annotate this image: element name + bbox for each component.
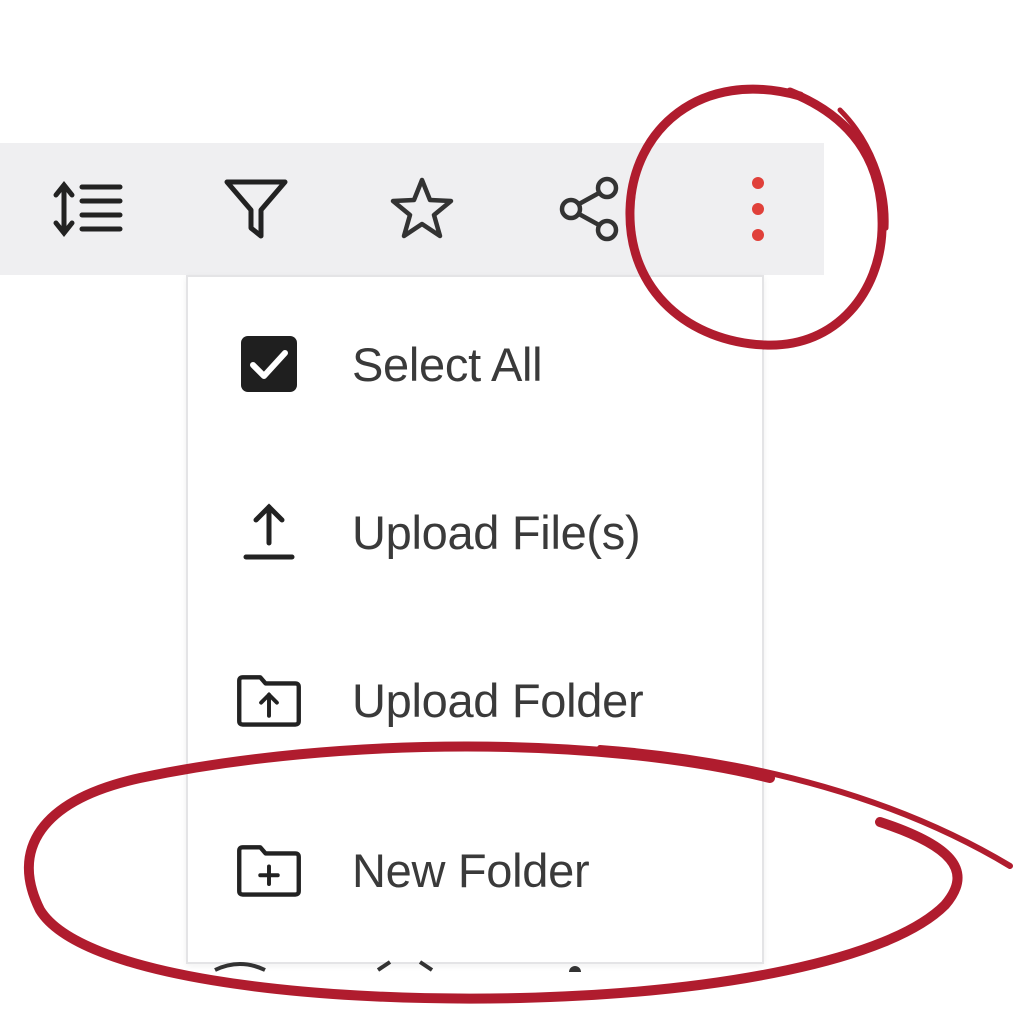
filter-button[interactable]: [214, 171, 298, 247]
partial-icon: [205, 958, 275, 972]
partial-icon: [370, 958, 440, 972]
filter-icon: [221, 174, 291, 244]
sort-icon: [50, 177, 126, 241]
favorite-button[interactable]: [380, 171, 464, 247]
menu-item-label: Upload File(s): [352, 505, 641, 559]
menu-item-label: New Folder: [352, 843, 590, 897]
toolbar: [0, 143, 824, 275]
share-icon: [555, 174, 625, 244]
upload-icon: [234, 497, 304, 567]
partial-icon: [560, 958, 590, 972]
menu-item-upload-folder[interactable]: Upload Folder: [188, 645, 762, 755]
vertical-dots-icon: [743, 171, 773, 247]
menu-item-label: Upload Folder: [352, 673, 644, 727]
menu-item-new-folder[interactable]: New Folder: [188, 815, 762, 925]
more-options-menu: Select All Upload File(s) Upload Folder …: [186, 275, 764, 964]
menu-item-upload-files[interactable]: Upload File(s): [188, 477, 762, 587]
checkbox-checked-icon: [234, 329, 304, 399]
star-icon: [387, 174, 457, 244]
menu-item-select-all[interactable]: Select All: [188, 309, 762, 419]
menu-item-label: Select All: [352, 337, 543, 391]
sort-button[interactable]: [46, 171, 130, 247]
folder-upload-icon: [234, 665, 304, 735]
more-options-button[interactable]: [716, 171, 800, 247]
share-button[interactable]: [548, 171, 632, 247]
folder-add-icon: [234, 835, 304, 905]
